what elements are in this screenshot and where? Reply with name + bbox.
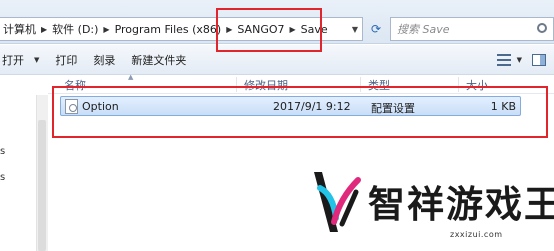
breadcrumb-drive[interactable]: 软件 (D:) <box>49 21 101 37</box>
new-folder-button[interactable]: 新建文件夹 <box>123 49 194 71</box>
file-type: 配置设置 <box>371 102 415 115</box>
chevron-down-icon: ▼ <box>34 55 40 64</box>
column-divider[interactable] <box>236 77 237 92</box>
search-input[interactable]: 搜索 Save <box>390 17 554 41</box>
new-folder-label: 新建文件夹 <box>131 53 187 67</box>
toolbar-view-controls: ▼ <box>491 45 554 75</box>
file-date-modified: 2017/9/1 9:12 <box>273 100 351 113</box>
search-icon[interactable] <box>537 23 547 33</box>
column-divider[interactable] <box>360 77 361 92</box>
breadcrumb: 计算机 ▶ 软件 (D:) ▶ Program Files (x86) ▶ SA… <box>0 18 331 40</box>
file-name: Option <box>82 100 119 113</box>
print-button[interactable]: 打印 <box>47 49 85 71</box>
column-header-row: ▲ 名称 修改日期 类型 大小 <box>48 73 554 94</box>
config-file-icon <box>65 99 78 114</box>
file-row-option[interactable]: Option 2017/9/1 9:12 配置设置 1 KB <box>60 96 521 116</box>
column-header-name[interactable]: 名称 <box>64 77 86 93</box>
column-header-date[interactable]: 修改日期 <box>244 77 288 93</box>
nav-item-fragment[interactable]: s <box>0 146 5 157</box>
view-dropdown-icon[interactable]: ▼ <box>517 56 522 64</box>
search-placeholder: 搜索 Save <box>397 23 450 36</box>
burn-label: 刻录 <box>93 53 116 67</box>
open-label: 打开 <box>2 53 24 67</box>
nav-item-fragment[interactable]: s <box>0 172 5 183</box>
command-toolbar: 打开 ▼ 打印 刻录 新建文件夹 ▼ <box>0 45 554 75</box>
watermark-url: zxxizui.com <box>450 230 503 239</box>
refresh-icon[interactable]: ⟳ <box>365 17 387 41</box>
breadcrumb-save[interactable]: Save <box>298 23 331 36</box>
column-divider[interactable] <box>458 77 459 92</box>
breadcrumb-computer[interactable]: 计算机 <box>0 21 39 37</box>
column-header-type[interactable]: 类型 <box>368 77 390 93</box>
watermark-logo-icon <box>314 172 361 232</box>
burn-button[interactable]: 刻录 <box>85 49 123 71</box>
address-dropdown-icon[interactable]: ▼ <box>348 18 362 40</box>
open-button[interactable]: 打开 ▼ <box>0 49 47 71</box>
print-label: 打印 <box>55 53 78 67</box>
column-header-size[interactable]: 大小 <box>466 77 488 93</box>
file-size: 1 KB <box>490 100 516 113</box>
chevron-right-icon[interactable]: ▶ <box>288 25 298 34</box>
breadcrumb-sango7[interactable]: SANGO7 <box>234 23 287 36</box>
view-options-icon[interactable] <box>496 54 511 66</box>
sort-arrow-icon: ▲ <box>128 73 134 81</box>
address-bar-row: 计算机 ▶ 软件 (D:) ▶ Program Files (x86) ▶ SA… <box>0 0 554 44</box>
chevron-right-icon[interactable]: ▶ <box>224 25 234 34</box>
chevron-right-icon[interactable]: ▶ <box>39 25 49 34</box>
address-bar[interactable]: 计算机 ▶ 软件 (D:) ▶ Program Files (x86) ▶ SA… <box>0 17 363 41</box>
watermark: 智祥游戏王 zxxizui.com <box>302 160 554 251</box>
preview-pane-icon[interactable] <box>532 54 546 66</box>
scrollbar-thumb[interactable] <box>38 120 46 251</box>
chevron-right-icon[interactable]: ▶ <box>101 25 111 34</box>
breadcrumb-program-files[interactable]: Program Files (x86) <box>112 23 225 36</box>
watermark-title: 智祥游戏王 <box>368 183 554 226</box>
